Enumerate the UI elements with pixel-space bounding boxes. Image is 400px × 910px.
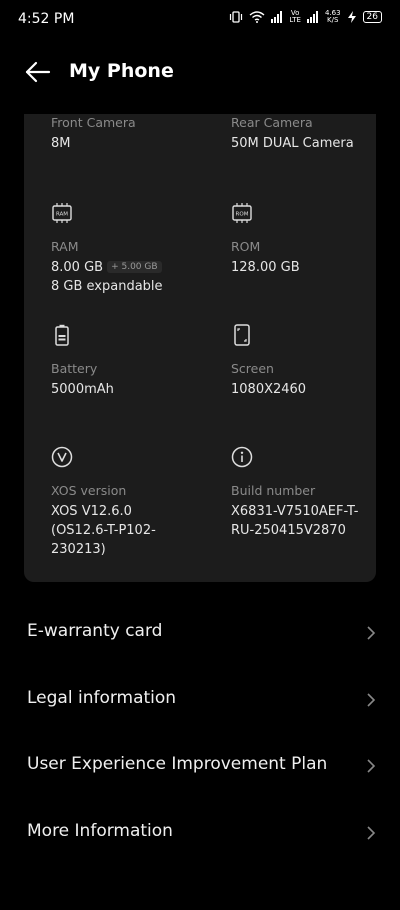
chevron-right-icon xyxy=(367,826,376,840)
spec-xos-version: XOS version XOS V12.6.0 (OS12.6-T-P102-2… xyxy=(51,446,201,559)
chevron-right-icon xyxy=(367,759,376,773)
back-arrow-icon[interactable] xyxy=(24,60,52,84)
chevron-right-icon xyxy=(367,693,376,707)
menu-item-more-information[interactable]: More Information xyxy=(0,803,400,863)
spec-label: XOS version xyxy=(51,483,127,498)
chevron-right-icon xyxy=(367,626,376,640)
spec-screen: Screen 1080X2460 xyxy=(231,324,381,399)
spec-value: 1080X2460 xyxy=(231,382,307,397)
spec-value: 128.00 GB xyxy=(231,260,300,275)
spec-value: XOS V12.6.0 (OS12.6-T-P102-230213) xyxy=(51,504,156,557)
spec-label: Build number xyxy=(231,483,316,498)
status-icons: Vo LTE 4.63 K/S 26 xyxy=(229,10,382,24)
svg-text:ROM: ROM xyxy=(236,211,249,217)
status-bar: 4:52 PM Vo LTE 4.63 K/S 26 xyxy=(0,0,400,40)
wifi-icon xyxy=(249,11,265,23)
spec-label: Battery xyxy=(51,361,98,376)
spec-value: X6831-V7510AEF-T-RU-250415V2870 xyxy=(231,504,359,538)
info-icon xyxy=(231,446,253,468)
menu-item-label: E-warranty card xyxy=(27,621,163,641)
network-speed: 4.63 K/S xyxy=(324,9,341,24)
screen-icon xyxy=(234,324,250,346)
spec-note: 8 GB expandable xyxy=(51,279,163,294)
battery-icon xyxy=(55,324,69,346)
vibrate-icon xyxy=(229,11,243,23)
spec-label: Rear Camera xyxy=(231,115,313,130)
menu-item-e-warranty[interactable]: E-warranty card xyxy=(0,603,400,663)
spec-label: Screen xyxy=(231,361,274,376)
rom-chip-icon: ROM xyxy=(232,203,252,223)
spec-build-number: Build number X6831-V7510AEF-T-RU-250415V… xyxy=(231,446,381,540)
spec-ram: RAM RAM 8.00 GB + 5.00 GB 8 GB expandable xyxy=(51,202,201,296)
volte-indicator: Vo LTE xyxy=(289,9,301,24)
spec-battery: Battery 5000mAh xyxy=(51,324,201,399)
menu-item-user-experience-plan[interactable]: User Experience Improvement Plan xyxy=(0,736,400,796)
app-header: My Phone xyxy=(0,52,400,92)
status-time: 4:52 PM xyxy=(18,11,75,27)
spec-value: 5000mAh xyxy=(51,382,114,397)
menu-item-label: Legal information xyxy=(27,688,177,708)
spec-label: ROM xyxy=(231,239,261,254)
spec-value: 50M DUAL Camera xyxy=(231,136,354,151)
battery-indicator: 26 xyxy=(362,11,382,23)
ram-chip-icon: RAM xyxy=(52,203,72,223)
spec-rear-camera: Rear Camera 50M DUAL Camera xyxy=(231,114,381,153)
signal-1-icon xyxy=(271,11,283,23)
spec-value: 8.00 GB + 5.00 GB xyxy=(51,258,201,277)
menu-item-legal-information[interactable]: Legal information xyxy=(0,670,400,730)
expanded-ram-badge: + 5.00 GB xyxy=(107,261,162,273)
charging-icon xyxy=(347,11,357,23)
xos-v-icon xyxy=(51,446,73,468)
specs-card: Front Camera 8M Rear Camera 50M DUAL Cam… xyxy=(24,114,376,582)
menu-item-label: More Information xyxy=(27,821,173,841)
svg-text:RAM: RAM xyxy=(56,211,68,217)
signal-2-icon xyxy=(306,11,319,23)
spec-label: Front Camera xyxy=(51,115,136,130)
menu-item-label: User Experience Improvement Plan xyxy=(27,754,328,774)
spec-front-camera: Front Camera 8M xyxy=(51,114,201,153)
spec-rom: ROM ROM 128.00 GB xyxy=(231,202,381,277)
spec-label: RAM xyxy=(51,239,79,254)
page-title: My Phone xyxy=(69,60,174,82)
spec-value: 8M xyxy=(51,136,71,151)
